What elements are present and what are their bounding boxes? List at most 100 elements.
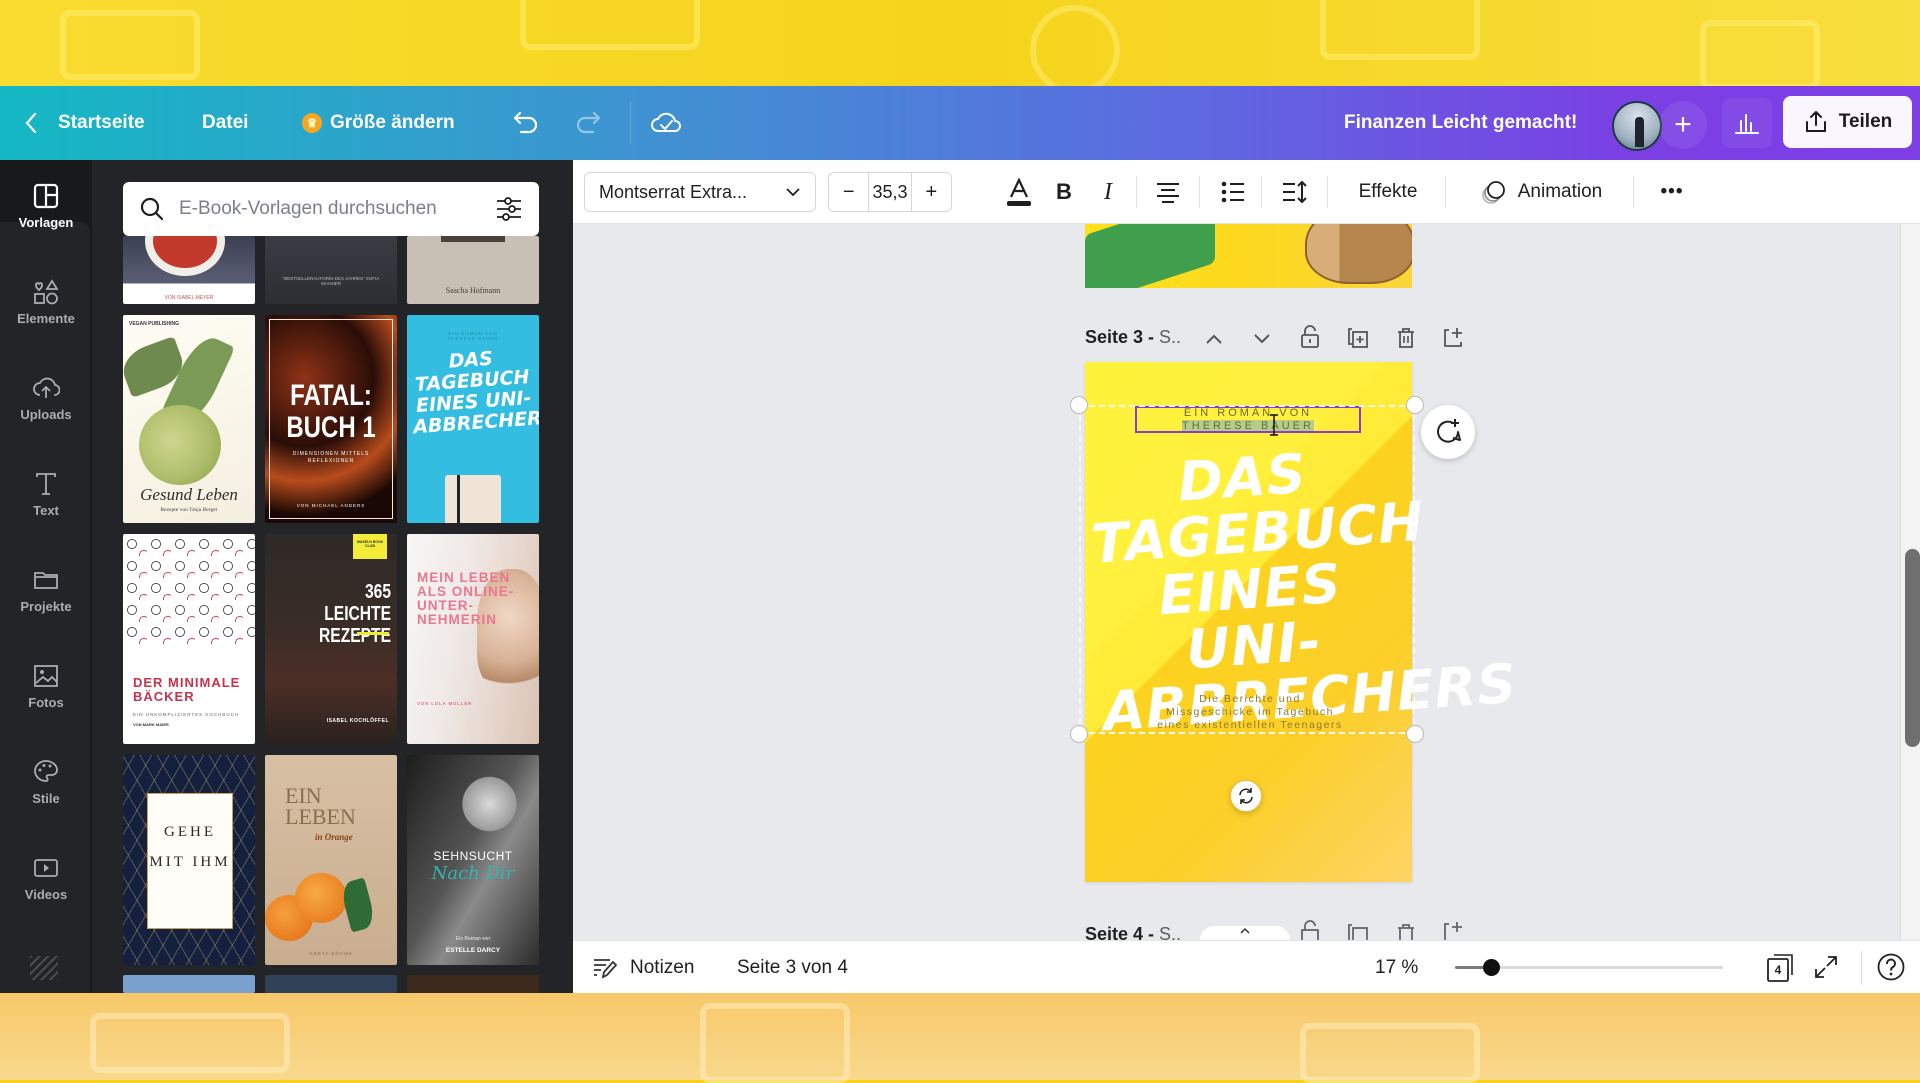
bullet-list-icon: [1221, 181, 1244, 203]
bottom-divider: [1861, 951, 1862, 985]
bullet-list-button[interactable]: [1216, 172, 1250, 212]
decrease-font-size-button[interactable]: −: [829, 173, 868, 211]
zoom-level[interactable]: 17 %: [1375, 941, 1418, 994]
fullscreen-button[interactable]: [1813, 954, 1839, 986]
align-center-button[interactable]: [1151, 172, 1185, 212]
canvas-scrollbar-thumb[interactable]: [1905, 549, 1920, 747]
cloud-save-status[interactable]: [650, 86, 682, 160]
more-options-button[interactable]: •••: [1650, 172, 1694, 212]
resize-label: Größe ändern: [330, 112, 455, 133]
sidebar-item-uploads[interactable]: Uploads: [0, 352, 92, 444]
sidebar-item-elemente[interactable]: Elemente: [0, 256, 92, 348]
more-apps-icon[interactable]: [30, 956, 58, 980]
move-page-up-button[interactable]: [1201, 326, 1227, 352]
template-thumbnail[interactable]: VON ISABEL MEYER: [123, 236, 255, 304]
template-thumbnail[interactable]: Sascha Hofmann: [407, 236, 539, 304]
resize-handle-top-left[interactable]: [1070, 396, 1088, 414]
text-icon: [36, 473, 56, 495]
font-size-input[interactable]: 35,3: [868, 173, 912, 211]
sidebar-item-vorlagen[interactable]: Vorlagen: [0, 160, 92, 252]
share-upload-icon: [1805, 111, 1826, 132]
template-thumbnail[interactable]: VEGAN PUBLISHING Gesund Leben Rezepte vo…: [123, 315, 255, 523]
template-author: EIN ROMAN VON THERESE BAUER: [447, 331, 499, 341]
add-page-button[interactable]: [1441, 324, 1467, 350]
page-2-preview[interactable]: [1085, 224, 1412, 288]
sidebar-item-projekte[interactable]: Projekte: [0, 544, 92, 636]
back-home-button[interactable]: Startseite: [24, 86, 145, 160]
align-center-icon: [1157, 183, 1179, 203]
effects-button[interactable]: Effekte: [1343, 172, 1433, 212]
font-family-dropdown[interactable]: Montserrat Extra...: [584, 172, 816, 212]
filter-sliders-icon[interactable]: [495, 196, 523, 222]
page-3-label[interactable]: Seite 3 - S..: [1085, 327, 1181, 348]
zoom-slider-track[interactable]: [1455, 959, 1723, 976]
italic-button[interactable]: I: [1091, 172, 1125, 212]
text-color-button[interactable]: [1002, 172, 1036, 212]
add-comment-button[interactable]: [1421, 405, 1475, 459]
template-search-input[interactable]: [179, 198, 481, 220]
move-page-down-button[interactable]: [1249, 326, 1275, 352]
sidebar-label: Projekte: [20, 599, 72, 614]
template-thumbnail[interactable]: DER MINIMALE BÄCKER EIN UNKOMPLIZIERTES …: [123, 534, 255, 744]
template-thumbnail[interactable]: SEHNSUCHT Nach Dir Ein Roman von ESTELLE…: [407, 755, 539, 965]
spacing-button[interactable]: [1278, 172, 1312, 212]
page-grid-button[interactable]: 4: [1766, 953, 1794, 983]
help-button[interactable]: [1876, 952, 1906, 988]
delete-page-button[interactable]: [1393, 325, 1419, 351]
template-thumbnail[interactable]: GEHE MIT IHM: [123, 755, 255, 965]
text-toolbar: Montserrat Extra... − 35,3 + B I Effekte…: [573, 160, 1920, 224]
notes-button[interactable]: Notizen: [592, 941, 694, 994]
rotate-button[interactable]: [1230, 780, 1262, 812]
back-home-label: Startseite: [58, 112, 145, 133]
chevron-left-icon: [24, 112, 38, 134]
text-color-icon: [1007, 177, 1031, 206]
template-thumbnail[interactable]: [265, 975, 397, 993]
zoom-slider-thumb[interactable]: [1483, 959, 1500, 976]
left-sidebar: Vorlagen Elemente Uploads Text Projekte …: [0, 160, 92, 993]
undo-button[interactable]: [512, 86, 540, 160]
sidebar-item-stile[interactable]: Stile: [0, 736, 92, 828]
share-button[interactable]: Teilen: [1783, 96, 1912, 148]
toolbar-divider: [1633, 176, 1634, 208]
animation-button[interactable]: Animation: [1470, 172, 1612, 212]
resize-button[interactable]: ♛ Größe ändern: [302, 86, 455, 160]
insights-button[interactable]: [1722, 98, 1772, 148]
bar-chart-icon: [1735, 114, 1759, 134]
template-thumbnail[interactable]: MEIN LEBEN ALS ONLINE-UNTER-NEHMERIN VON…: [407, 534, 539, 744]
bold-button[interactable]: B: [1047, 172, 1081, 212]
add-collaborator-button[interactable]: +: [1659, 101, 1707, 149]
font-family-value: Montserrat Extra...: [599, 181, 748, 202]
resize-handle-bottom-left[interactable]: [1070, 725, 1088, 743]
sidebar-label: Elemente: [17, 311, 75, 326]
increase-font-size-button[interactable]: +: [912, 173, 951, 211]
template-thumbnail[interactable]: "BESTSELLERAUTORIN DES JAHRES" SOFIA WAG…: [265, 236, 397, 304]
project-title[interactable]: Finanzen Leicht gemacht!: [1344, 86, 1577, 160]
template-thumbnail[interactable]: FATAL: BUCH 1 DIMENSIONEN MITTELS REFLEX…: [265, 315, 397, 523]
lock-page-button[interactable]: [1297, 324, 1323, 350]
template-title: GEHE MIT IHM: [149, 824, 231, 870]
template-subtitle: EIN UNKOMPLIZIERTES KOCHBUCH: [133, 712, 240, 717]
sidebar-item-fotos[interactable]: Fotos: [0, 640, 92, 732]
redo-button[interactable]: [574, 86, 602, 160]
template-thumbnail[interactable]: WASELN BOOK CLUB 365 LEICHTE REZEPTE ISA…: [265, 534, 397, 744]
template-thumbnail[interactable]: EIN ROMAN VON THERESE BAUER DAS TAGEBUCH…: [407, 315, 539, 523]
templates-icon: [33, 183, 59, 209]
file-menu-button[interactable]: Datei: [202, 86, 248, 160]
sidebar-label: Uploads: [20, 407, 72, 422]
duplicate-page-button[interactable]: [1345, 325, 1371, 351]
italic-icon: I: [1104, 178, 1112, 205]
chevron-up-icon: [1206, 334, 1222, 344]
sidebar-item-videos[interactable]: Videos: [0, 832, 92, 924]
resize-handle-bottom-right[interactable]: [1406, 725, 1424, 743]
expand-pages-button[interactable]: [1200, 926, 1290, 940]
sidebar-item-text[interactable]: Text: [0, 448, 92, 540]
template-subtitle: Nach Dir: [431, 863, 515, 884]
resize-handle-top-right[interactable]: [1406, 396, 1424, 414]
user-avatar[interactable]: [1612, 101, 1662, 151]
template-author: VON ISABEL MEYER: [164, 295, 214, 301]
template-thumbnail[interactable]: [123, 975, 255, 993]
template-author: Rezepte von Tanja Berger: [160, 507, 218, 513]
template-badge: WASELN BOOK CLUB: [353, 534, 387, 559]
template-thumbnail[interactable]: [407, 975, 539, 993]
template-thumbnail[interactable]: EIN LEBEN in Orange GRETA BÖHME: [265, 755, 397, 965]
